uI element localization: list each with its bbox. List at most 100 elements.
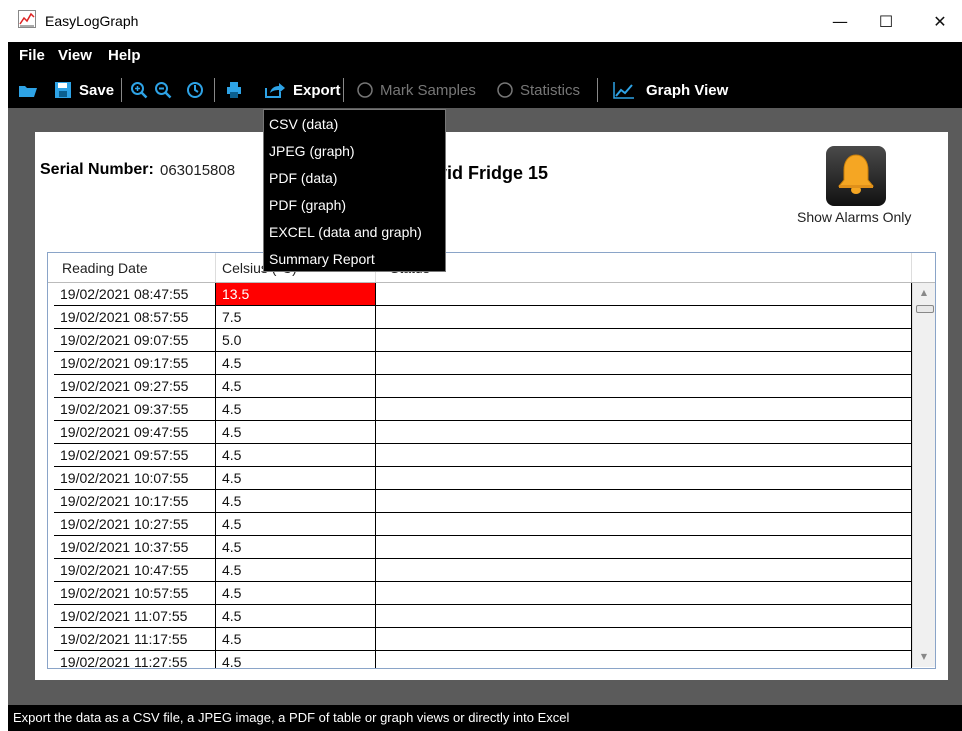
cell-reading-date: 19/02/2021 09:57:55 <box>54 444 216 466</box>
toolbar-separator <box>214 78 215 102</box>
toolbar-separator <box>343 78 344 102</box>
time-button[interactable] <box>186 72 204 108</box>
export-menu-item[interactable]: JPEG (graph) <box>269 138 355 165</box>
table-row[interactable]: 19/02/2021 10:27:55 4.5 <box>54 513 912 536</box>
open-file-button[interactable] <box>18 72 38 108</box>
cell-celsius: 4.5 <box>216 352 376 374</box>
graph-view-button[interactable]: Graph View <box>613 72 728 108</box>
radio-circle-icon <box>496 81 514 99</box>
window-title: EasyLogGraph <box>45 13 139 29</box>
scroll-down-icon[interactable]: ▼ <box>913 649 935 665</box>
mark-samples-button[interactable]: Mark Samples <box>356 72 476 108</box>
cell-status <box>376 306 912 328</box>
cell-celsius: 4.5 <box>216 375 376 397</box>
cell-celsius: 4.5 <box>216 490 376 512</box>
cell-celsius: 4.5 <box>216 467 376 489</box>
table-header: Reading Date Celsius (°C) Status <box>48 253 935 283</box>
line-chart-icon <box>613 81 635 99</box>
cell-reading-date: 19/02/2021 09:07:55 <box>54 329 216 351</box>
table-row[interactable]: 19/02/2021 08:57:55 7.5 <box>54 306 912 329</box>
toolbar-separator <box>597 78 598 102</box>
cell-status <box>376 398 912 420</box>
cell-celsius: 4.5 <box>216 398 376 420</box>
cell-celsius: 4.5 <box>216 582 376 604</box>
export-menu-item[interactable]: CSV (data) <box>269 111 338 138</box>
cell-celsius: 4.5 <box>216 444 376 466</box>
cell-status <box>376 444 912 466</box>
cell-reading-date: 19/02/2021 08:47:55 <box>54 283 216 305</box>
cell-status <box>376 490 912 512</box>
scroll-thumb[interactable] <box>916 305 934 313</box>
export-menu-item[interactable]: EXCEL (data and graph) <box>269 219 422 246</box>
app-logo-icon <box>18 10 36 28</box>
radio-circle-icon <box>356 81 374 99</box>
zoom-in-button[interactable] <box>130 72 148 108</box>
statistics-button[interactable]: Statistics <box>496 72 580 108</box>
table-row[interactable]: 19/02/2021 09:17:55 4.5 <box>54 352 912 375</box>
cell-reading-date: 19/02/2021 09:17:55 <box>54 352 216 374</box>
table-row[interactable]: 19/02/2021 10:37:55 4.5 <box>54 536 912 559</box>
cell-celsius: 7.5 <box>216 306 376 328</box>
column-header-reading-date[interactable]: Reading Date <box>48 253 216 282</box>
status-text: Export the data as a CSV file, a JPEG im… <box>13 710 570 725</box>
cell-celsius: 4.5 <box>216 421 376 443</box>
export-menu-item[interactable]: PDF (data) <box>269 165 337 192</box>
column-header-status[interactable]: Status <box>376 253 912 282</box>
cell-celsius: 4.5 <box>216 651 376 668</box>
serial-number-value: 063015808 <box>160 162 236 179</box>
alarm-bell-icon <box>836 152 876 200</box>
export-menu-item[interactable]: Summary Report <box>269 246 375 273</box>
cell-status <box>376 421 912 443</box>
vertical-scrollbar[interactable]: ▲ ▼ <box>912 283 935 667</box>
maximize-button[interactable]: ☐ <box>863 6 909 36</box>
cell-celsius: 4.5 <box>216 605 376 627</box>
cell-status <box>376 559 912 581</box>
cell-reading-date: 19/02/2021 09:47:55 <box>54 421 216 443</box>
table-row[interactable]: 19/02/2021 10:07:55 4.5 <box>54 467 912 490</box>
menu-file[interactable]: File <box>19 47 45 64</box>
save-icon <box>54 81 72 99</box>
table-row[interactable]: 19/02/2021 09:47:55 4.5 <box>54 421 912 444</box>
scroll-up-icon[interactable]: ▲ <box>913 285 935 301</box>
close-button[interactable]: ✕ <box>917 6 962 36</box>
device-name: vid Fridge 15 <box>437 163 549 183</box>
cell-reading-date: 19/02/2021 11:27:55 <box>54 651 216 668</box>
readings-table: Reading Date Celsius (°C) Status 19/02/2… <box>47 252 936 669</box>
cell-status <box>376 605 912 627</box>
serial-number-label: Serial Number: <box>40 161 154 178</box>
show-alarms-button[interactable] <box>826 146 886 206</box>
title-bar: EasyLogGraph — ☐ ✕ <box>8 0 962 42</box>
table-row[interactable]: 19/02/2021 09:07:55 5.0 <box>54 329 912 352</box>
zoom-out-button[interactable] <box>154 72 172 108</box>
cell-celsius: 4.5 <box>216 628 376 650</box>
export-menu-item[interactable]: PDF (graph) <box>269 192 346 219</box>
printer-icon <box>225 81 243 99</box>
cell-celsius: 4.5 <box>216 536 376 558</box>
table-row[interactable]: 19/02/2021 11:27:55 4.5 <box>54 651 912 668</box>
table-row[interactable]: 19/02/2021 08:47:55 13.5 <box>54 283 912 306</box>
cell-status <box>376 329 912 351</box>
export-button[interactable]: Export <box>264 72 341 108</box>
table-row[interactable]: 19/02/2021 09:57:55 4.5 <box>54 444 912 467</box>
table-row[interactable]: 19/02/2021 10:57:55 4.5 <box>54 582 912 605</box>
table-row[interactable]: 19/02/2021 09:27:55 4.5 <box>54 375 912 398</box>
table-row[interactable]: 19/02/2021 10:17:55 4.5 <box>54 490 912 513</box>
table-row[interactable]: 19/02/2021 09:37:55 4.5 <box>54 398 912 421</box>
print-button[interactable] <box>225 72 243 108</box>
cell-reading-date: 19/02/2021 10:17:55 <box>54 490 216 512</box>
cell-status <box>376 513 912 535</box>
save-button[interactable]: Save <box>54 72 114 108</box>
minimize-button[interactable]: — <box>817 6 863 36</box>
table-row[interactable]: 19/02/2021 11:17:55 4.5 <box>54 628 912 651</box>
table-row[interactable]: 19/02/2021 11:07:55 4.5 <box>54 605 912 628</box>
menu-help[interactable]: Help <box>108 47 141 64</box>
zoom-in-icon <box>130 81 148 99</box>
clock-icon <box>186 81 204 99</box>
cell-reading-date: 19/02/2021 09:27:55 <box>54 375 216 397</box>
cell-reading-date: 19/02/2021 11:17:55 <box>54 628 216 650</box>
mark-samples-label: Mark Samples <box>380 81 476 99</box>
table-row[interactable]: 19/02/2021 10:47:55 4.5 <box>54 559 912 582</box>
export-share-icon <box>264 81 286 99</box>
cell-status <box>376 352 912 374</box>
menu-view[interactable]: View <box>58 47 92 64</box>
